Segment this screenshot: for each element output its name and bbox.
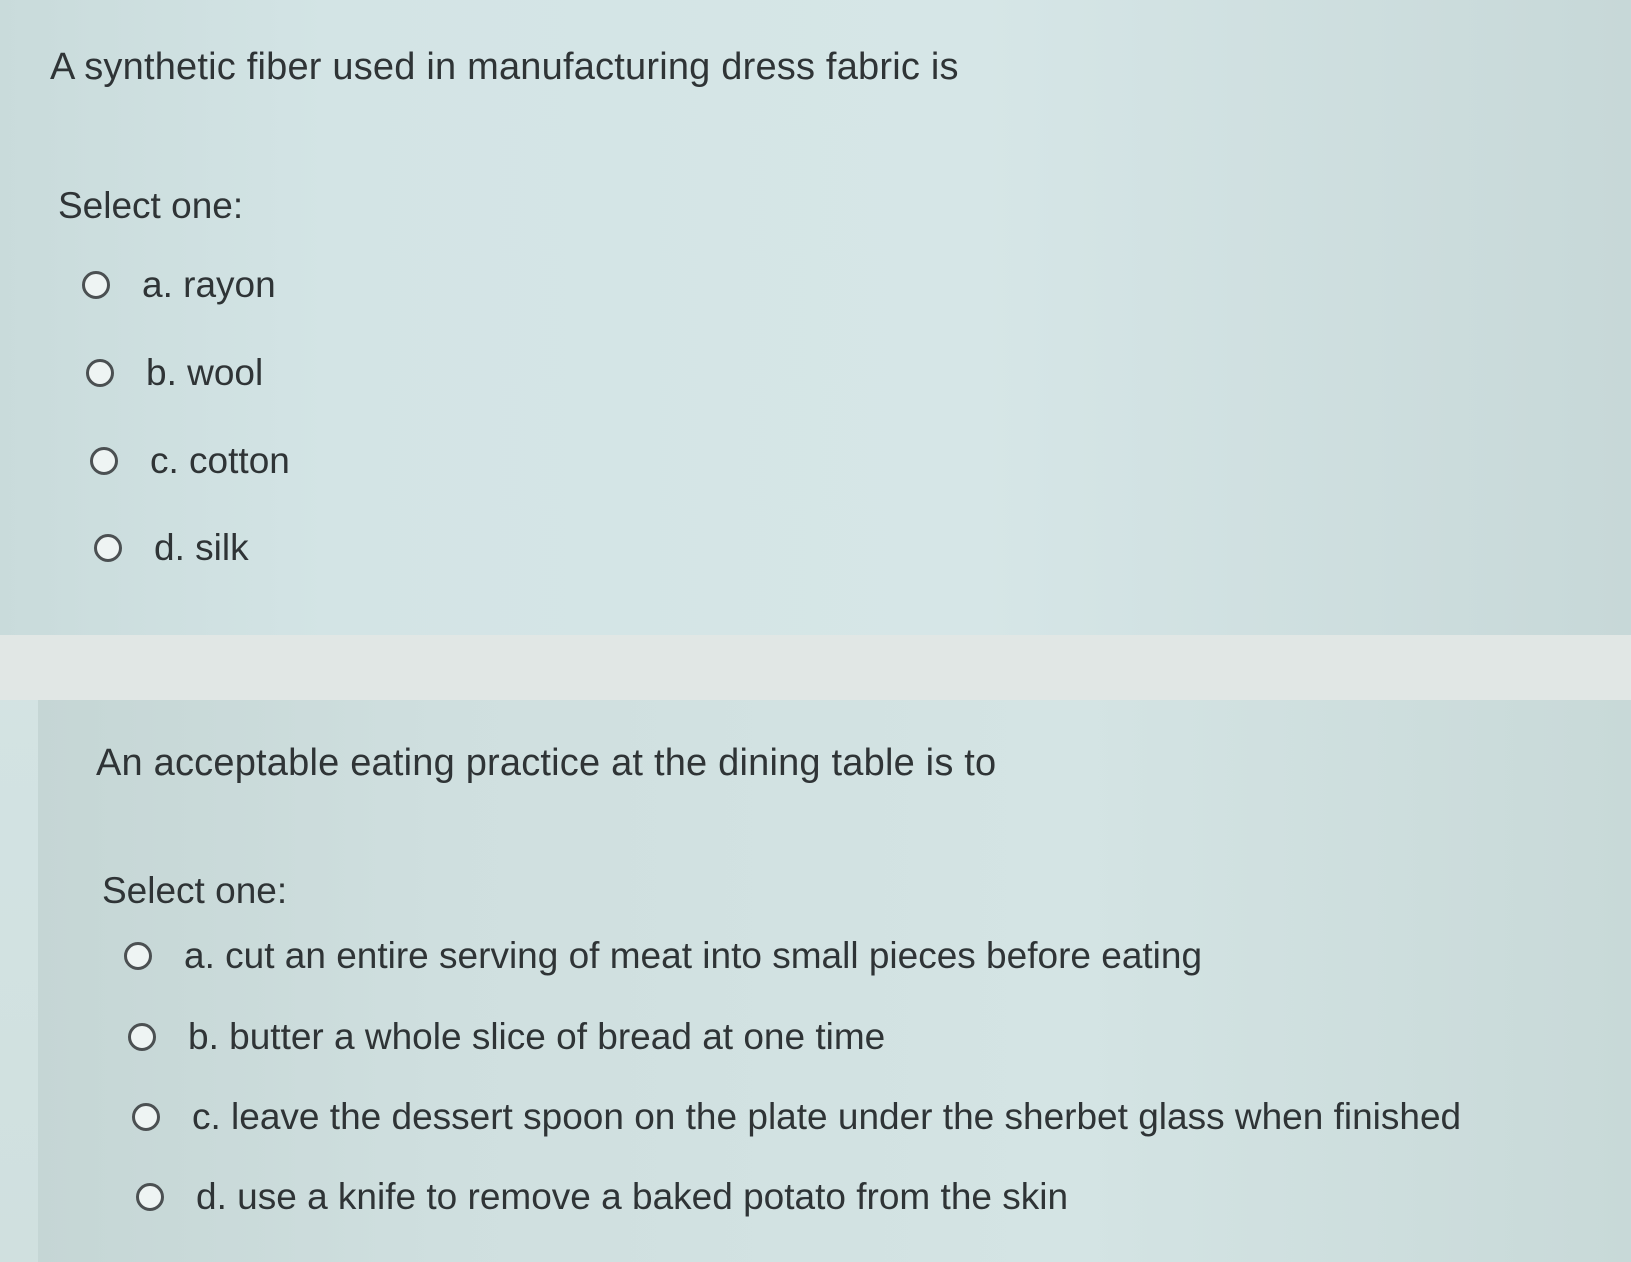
option-label: d. silk	[154, 527, 249, 568]
question-1-option-c[interactable]: c. cotton	[90, 440, 290, 482]
radio-button-icon[interactable]	[136, 1183, 164, 1211]
radio-button-icon[interactable]	[124, 942, 152, 970]
question-2-option-a[interactable]: a. cut an entire serving of meat into sm…	[124, 935, 1202, 977]
option-label: d. use a knife to remove a baked potato …	[196, 1176, 1069, 1217]
card-separator	[0, 635, 1631, 700]
question-2-select-one-label: Select one:	[102, 870, 288, 911]
question-1-option-b[interactable]: b. wool	[86, 352, 263, 394]
question-2-option-d[interactable]: d. use a knife to remove a baked potato …	[136, 1176, 1068, 1218]
option-label: a. rayon	[142, 264, 276, 305]
question-2-option-b[interactable]: b. butter a whole slice of bread at one …	[128, 1016, 885, 1058]
option-label: b. wool	[146, 352, 264, 393]
radio-button-icon[interactable]	[132, 1103, 160, 1131]
question-1-text: A synthetic fiber used in manufacturing …	[50, 46, 959, 88]
option-label: b. butter a whole slice of bread at one …	[188, 1016, 886, 1057]
question-2-option-c[interactable]: c. leave the dessert spoon on the plate …	[132, 1096, 1461, 1138]
option-label: c. leave the dessert spoon on the plate …	[192, 1096, 1462, 1137]
option-label: c. cotton	[150, 440, 290, 481]
radio-button-icon[interactable]	[94, 534, 122, 562]
question-1-option-d[interactable]: d. silk	[94, 527, 249, 569]
quiz-page: A synthetic fiber used in manufacturing …	[0, 0, 1631, 1262]
question-2-text: An acceptable eating practice at the din…	[96, 742, 997, 784]
radio-button-icon[interactable]	[90, 447, 118, 475]
radio-button-icon[interactable]	[82, 271, 110, 299]
question-1-option-a[interactable]: a. rayon	[82, 264, 276, 306]
question-1-select-one-label: Select one:	[58, 185, 244, 226]
radio-button-icon[interactable]	[128, 1023, 156, 1051]
radio-button-icon[interactable]	[86, 359, 114, 387]
option-label: a. cut an entire serving of meat into sm…	[184, 935, 1203, 976]
